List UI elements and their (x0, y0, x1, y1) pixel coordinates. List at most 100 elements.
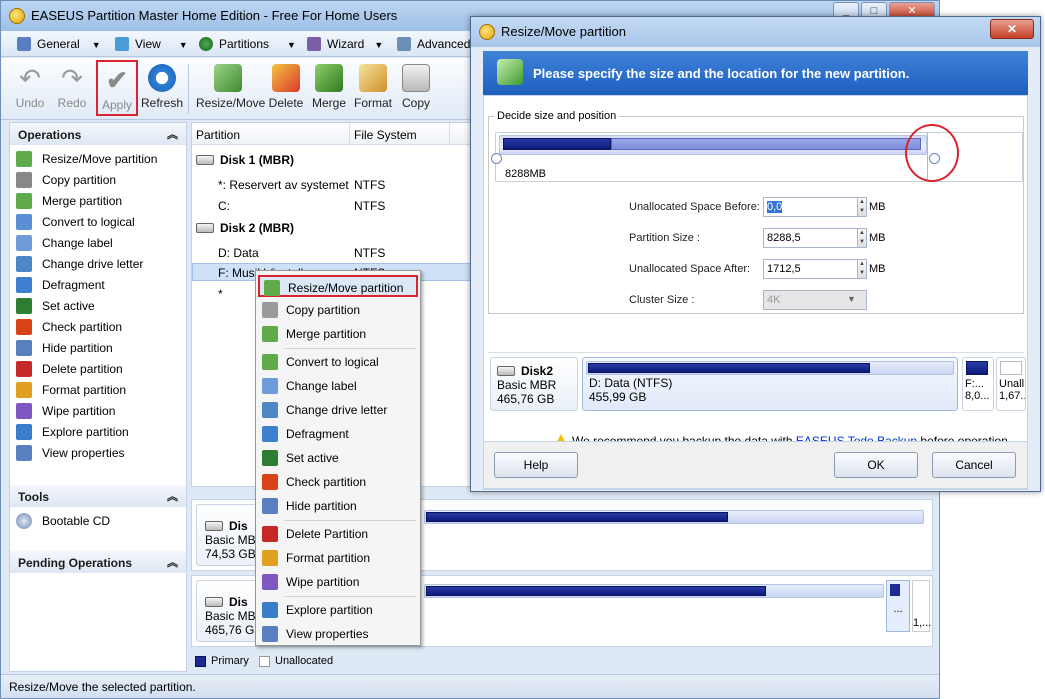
op-copy-partition[interactable]: Copy partition (16, 172, 116, 192)
partition-row[interactable]: C: (218, 199, 230, 213)
after-spinner[interactable]: ▲ ▼ (857, 259, 867, 279)
menu-general[interactable]: General ▼ (17, 37, 101, 51)
window-title: EASEUS Partition Master Home Edition - F… (31, 8, 398, 23)
dialog-close-button[interactable]: ✕ (990, 19, 1034, 39)
ctx-convert-to-logical[interactable]: Convert to logical (258, 351, 418, 373)
op-check-partition[interactable]: Check partition (16, 319, 122, 339)
before-spinner[interactable]: ▲ ▼ (857, 197, 867, 217)
before-input[interactable]: 0,0 (763, 197, 859, 217)
ctx-copy-partition[interactable]: Copy partition (258, 299, 418, 321)
toolbar-divider (188, 64, 189, 114)
collapse-icon[interactable]: ︽ (167, 554, 178, 570)
disk1-row[interactable]: Disk 1 (MBR) (196, 153, 294, 167)
size-input[interactable]: 8288,5 (763, 228, 859, 248)
op-view-properties[interactable]: View properties (16, 445, 125, 465)
operation-icon (16, 424, 32, 440)
ctx-delete-partition[interactable]: Delete Partition (258, 523, 418, 545)
op-wipe-partition[interactable]: Wipe partition (16, 403, 115, 423)
resize-move-icon (214, 64, 242, 92)
disk2-row[interactable]: Disk 2 (MBR) (196, 221, 294, 235)
column-file-system[interactable]: File System (350, 123, 450, 145)
dialog-title-bar[interactable]: Resize/Move partition ✕ (471, 17, 1040, 47)
column-partition[interactable]: Partition (192, 123, 350, 145)
after-input[interactable]: 1712,5 (763, 259, 859, 279)
partition-row[interactable]: * (218, 287, 223, 301)
op-merge-partition[interactable]: Merge partition (16, 193, 122, 213)
menu-wizard[interactable]: Wizard ▼ (307, 37, 383, 51)
copy-button[interactable]: Copy (399, 64, 433, 116)
ctx-wipe-partition[interactable]: Wipe partition (258, 571, 418, 593)
menu-view[interactable]: View ▼ (115, 37, 188, 51)
op-hide-partition[interactable]: Hide partition (16, 340, 113, 360)
highlight-circle (905, 124, 959, 182)
ctx-hide-partition[interactable]: Hide partition (258, 495, 418, 517)
delete-button[interactable]: Delete (267, 64, 305, 116)
tools-header-label: Tools (18, 490, 50, 504)
disk-map-1-name-text: Dis (229, 519, 248, 533)
menu-item-label: Set active (286, 451, 339, 465)
ctx-change-label[interactable]: Change label (258, 375, 418, 397)
menu-item-label: Hide partition (286, 499, 357, 513)
dialog-title: Resize/Move partition (501, 24, 626, 39)
resize-move-button[interactable]: Resize/Move (196, 64, 265, 116)
op-format-partition[interactable]: Format partition (16, 382, 126, 402)
ctx-format-partition[interactable]: Format partition (258, 547, 418, 569)
operations-header[interactable]: Operations ︽ (10, 123, 186, 145)
op-change-drive-letter[interactable]: Change drive letter (16, 256, 143, 276)
dialog-disk-info[interactable]: Disk2 Basic MBR 465,76 GB (490, 357, 578, 411)
operation-icon (16, 193, 32, 209)
collapse-icon[interactable]: ︽ (167, 488, 178, 504)
ctx-change-drive-letter[interactable]: Change drive letter (258, 399, 418, 421)
menu-item-label: Convert to logical (286, 355, 379, 369)
left-resize-handle[interactable] (491, 153, 502, 164)
op-explore-partition[interactable]: Explore partition (16, 424, 129, 444)
disk2-label: Disk 2 (MBR) (220, 221, 295, 235)
ctx-view-properties[interactable]: View properties (258, 623, 418, 645)
op-delete-partition[interactable]: Delete partition (16, 361, 123, 381)
op-set-active[interactable]: Set active (16, 298, 95, 318)
op-resize-move-partition[interactable]: Resize/Move partition (16, 151, 157, 171)
op-defragment[interactable]: Defragment (16, 277, 105, 297)
ctx-set-active[interactable]: Set active (258, 447, 418, 469)
operation-icon (16, 403, 32, 419)
before-value: 0,0 (767, 201, 783, 213)
operation-icon (16, 382, 32, 398)
op-convert-to-logical[interactable]: Convert to logical (16, 214, 135, 234)
help-button[interactable]: Help (494, 452, 578, 478)
ctx-check-partition[interactable]: Check partition (258, 471, 418, 493)
menu-advanced[interactable]: Advanced (397, 37, 470, 51)
pending-header[interactable]: Pending Operations ︽ (10, 551, 186, 573)
ctx-defragment[interactable]: Defragment (258, 423, 418, 445)
size-unit: MB (869, 232, 886, 244)
merge-button[interactable]: Merge (310, 64, 348, 116)
tools-header[interactable]: Tools ︽ (10, 485, 186, 507)
partition-row[interactable]: D: Data (218, 246, 259, 260)
size-spinner[interactable]: ▲ ▼ (857, 228, 867, 248)
cancel-button[interactable]: Cancel (932, 452, 1016, 478)
ctx-resize-move-partition[interactable]: Resize/Move partition (258, 275, 418, 297)
chevron-down-icon: ▼ (178, 40, 188, 50)
operation-label: View properties (42, 446, 125, 460)
dialog-partition-f-bar (966, 361, 988, 375)
ctx-merge-partition[interactable]: Merge partition (258, 323, 418, 345)
partition-row[interactable]: *: Reservert av systemet (218, 178, 349, 192)
disk-map-2-small-2[interactable]: 1,... (912, 580, 931, 632)
apply-button[interactable]: ✔ Apply (96, 60, 138, 116)
ok-button[interactable]: OK (834, 452, 918, 478)
redo-button[interactable]: ↷ Redo (53, 64, 91, 116)
size-label: Partition Size : (629, 232, 700, 244)
menu-partitions[interactable]: Partitions ▼ (199, 37, 296, 51)
undo-icon: ↶ (19, 63, 41, 93)
op-change-label[interactable]: Change label (16, 235, 113, 255)
undo-button[interactable]: ↶ Undo (11, 64, 49, 116)
legend-primary: Primary (211, 655, 249, 667)
copy-icon (402, 64, 430, 92)
apply-label: Apply (101, 98, 133, 112)
ctx-explore-partition[interactable]: Explore partition (258, 599, 418, 621)
dialog-unallocated-size: 1,67... (999, 390, 1025, 402)
format-button[interactable]: Format (353, 64, 393, 116)
menu-item-icon (262, 354, 278, 370)
op-bootable-cd[interactable]: Bootable CD (16, 513, 110, 533)
collapse-icon[interactable]: ︽ (167, 126, 178, 142)
refresh-button[interactable]: Refresh (141, 64, 183, 116)
